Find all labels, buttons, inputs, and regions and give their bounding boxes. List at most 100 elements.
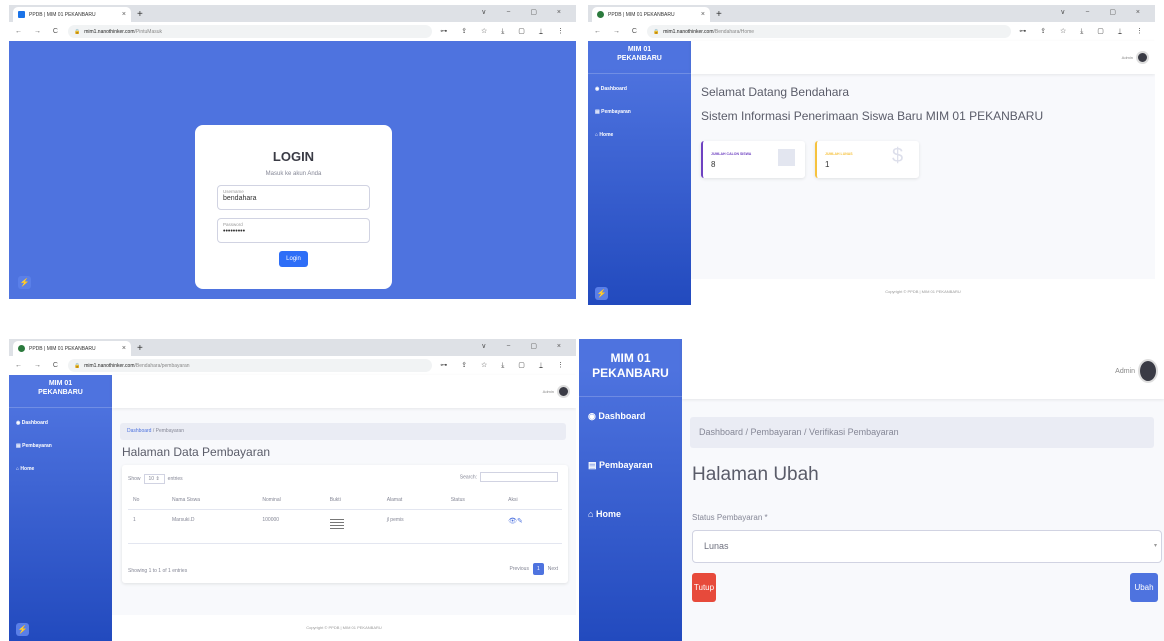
browser-tab[interactable]: PPDB | MIM 01 PEKANBARU × [13,341,131,356]
dashboard-icon: ◉ [588,411,596,421]
address-bar: ← → C 🔒 mim1.nanothinker.com/PintuMasuk ⊶… [9,22,576,41]
browser-chrome: PPDB | MIM 01 PEKANBARU × + ∨ − ▢ × ← → C… [9,339,576,375]
col-nominal[interactable]: Nominal [257,491,325,510]
sidebar: MIM 01 PEKANBARU ◉ Dashboard ▤ Pembayaran… [9,375,112,641]
window-controls[interactable]: ∨ − ▢ × [481,8,570,16]
file-icon: ▤ [588,460,597,470]
length-control: Show 10 ⇕ entries [128,474,183,484]
footer: Copyright © PPDB | MIM 01 PEKANBARU [112,615,576,641]
status-label: Status Pembayaran * [692,513,768,522]
welcome-heading: Selamat Datang Bendahara [701,85,850,99]
user-menu[interactable]: Admin [1115,359,1158,383]
search-input[interactable] [480,472,558,482]
col-no[interactable]: No [128,491,167,510]
pagination: Previous 1 Next [505,563,562,575]
page-1-button[interactable]: 1 [532,563,544,575]
page-title: Halaman Ubah [692,464,819,485]
home-icon: ⌂ [588,509,594,519]
topbar: Admin [112,375,576,408]
sidebar-item-dashboard[interactable]: ◉ Dashboard [16,420,112,426]
ubah-window: MIM 01 PEKANBARU ◉ Dashboard ▤ Pembayaran… [579,339,1164,641]
close-tab-icon[interactable]: × [701,11,705,18]
lock-icon: 🔒 [652,28,660,35]
table-row: 1 Marsuki.D 100000 jl pemis 👁✎ [128,509,562,544]
lock-icon: 🔒 [73,362,81,369]
sidebar-item-dashboard[interactable]: ◉ Dashboard [595,86,691,92]
browser-chrome: PPDB | MIM 01 PEKANBARU × + ∨ − ▢ × ← → C… [588,5,1155,41]
main-content: Admin Dashboard / Pembayaran / Verifikas… [682,339,1164,641]
url-field[interactable]: 🔒 mim1.nanothinker.com/Bendahara/Home [646,25,1012,38]
col-alamat[interactable]: Alamat [381,491,446,510]
dashboard-icon: ◉ [16,420,21,426]
sidebar-item-home[interactable]: ⌂ Home [588,509,682,519]
new-tab-icon[interactable]: + [137,9,143,20]
brand[interactable]: MIM 01 PEKANBARU [579,339,682,397]
footer: Copyright © PPDB | MIM 01 PEKANBARU [691,279,1155,305]
entries-select[interactable]: 10 ⇕ [143,474,165,484]
sidebar-item-pembayaran[interactable]: ▤ Pembayaran [595,109,691,115]
new-tab-icon[interactable]: + [716,9,722,20]
table-info: Showing 1 to 1 of 1 entries [128,568,188,574]
close-tab-icon[interactable]: × [122,345,126,352]
sidebar-item-home[interactable]: ⌂ Home [595,132,691,138]
search-control: Search: [460,472,558,482]
login-button[interactable]: Login [279,251,308,267]
brand[interactable]: MIM 01 PEKANBARU [9,375,112,408]
col-bukti[interactable]: Bukti [324,491,382,510]
new-tab-icon[interactable]: + [137,343,143,354]
url-field[interactable]: 🔒 mim1.nanothinker.com/PintuMasuk [67,25,433,38]
window-controls[interactable]: ∨ − ▢ × [1060,8,1149,16]
lightning-icon[interactable]: ⚡ [18,276,31,289]
sidebar-item-pembayaran[interactable]: ▤ Pembayaran [16,443,112,449]
window-controls[interactable]: ∨ − ▢ × [481,342,570,350]
lock-icon: 🔒 [73,28,81,35]
pembayaran-window: PPDB | MIM 01 PEKANBARU × + ∨ − ▢ × ← → C… [9,339,576,641]
topbar: Admin [682,339,1164,399]
nav-buttons[interactable]: ← → C [15,28,63,35]
tab-title: PPDB | MIM 01 PEKANBARU [29,11,96,18]
lightning-icon[interactable]: ⚡ [16,623,29,636]
url-field[interactable]: 🔒 mim1.nanothinker.com/Bendahara/pembayar… [67,359,433,372]
avatar [1138,359,1158,383]
lightning-icon[interactable]: ⚡ [595,287,608,300]
sidebar: MIM 01 PEKANBARU ◉ Dashboard ▤ Pembayaran… [588,41,691,305]
password-field[interactable]: Password ••••••••• [217,218,370,243]
nav-buttons[interactable]: ← → C [15,362,63,369]
username-field[interactable]: Username bendahara [217,185,370,210]
table-card: Show 10 ⇕ entries Search: No Nama Siswa No… [122,465,568,583]
sidebar-item-home[interactable]: ⌂ Home [16,466,112,472]
browser-tab[interactable]: PPDB | MIM 01 PEKANBARU × [592,7,710,22]
sidebar-item-dashboard[interactable]: ◉ Dashboard [588,411,682,422]
brand[interactable]: MIM 01 PEKANBARU [588,41,691,74]
close-tab-icon[interactable]: × [122,11,126,18]
col-nama[interactable]: Nama Siswa [166,491,258,510]
dashboard-icon: ◉ [595,86,600,92]
user-menu[interactable]: Admin [1122,51,1149,64]
col-aksi[interactable]: Aksi [503,491,562,510]
main-content: Admin Selamat Datang Bendahara Sistem In… [691,41,1155,305]
breadcrumb-dashboard[interactable]: Dashboard [127,428,151,434]
dashboard-window: PPDB | MIM 01 PEKANBARU × + ∨ − ▢ × ← → C… [588,5,1155,305]
address-bar: ← → C 🔒 mim1.nanothinker.com/Bendahara/Ho… [588,22,1155,41]
submit-button[interactable]: Ubah [1130,573,1158,602]
toolbar-icons[interactable]: ⊶ ⇪ ☆ ⤓ ▢ ⍊ ⋮ [440,27,570,36]
col-status[interactable]: Status [445,491,504,510]
stat-card-lunas: JUMLAH LUNAS 1 $ [815,141,919,178]
sidebar-item-pembayaran[interactable]: ▤ Pembayaran [588,460,682,471]
close-button[interactable]: Tutup [692,573,716,602]
toolbar-icons[interactable]: ⊶ ⇪ ☆ ⤓ ▢ ⍊ ⋮ [1019,27,1149,36]
stat-card-calon-siswa: JUMLAH CALON SISWA 8 [701,141,805,178]
next-button[interactable]: Next [544,563,562,575]
action-icons[interactable]: 👁✎ [503,509,562,544]
previous-button[interactable]: Previous [505,563,532,575]
avatar [1136,51,1149,64]
receipt-thumbnail[interactable] [329,517,344,529]
user-menu[interactable]: Admin [543,385,570,398]
toolbar-icons[interactable]: ⊶ ⇪ ☆ ⤓ ▢ ⍊ ⋮ [440,361,570,370]
browser-tab[interactable]: PPDB | MIM 01 PEKANBARU × [13,7,131,22]
breadcrumb: Dashboard / Pembayaran [120,423,566,440]
nav-buttons[interactable]: ← → C [594,28,642,35]
status-select[interactable]: Lunas ▾ [692,530,1162,563]
breadcrumb: Dashboard / Pembayaran / Verifikasi Pemb… [690,417,1154,448]
login-background: LOGIN Masuk ke akun Anda Username bendah… [9,41,576,299]
